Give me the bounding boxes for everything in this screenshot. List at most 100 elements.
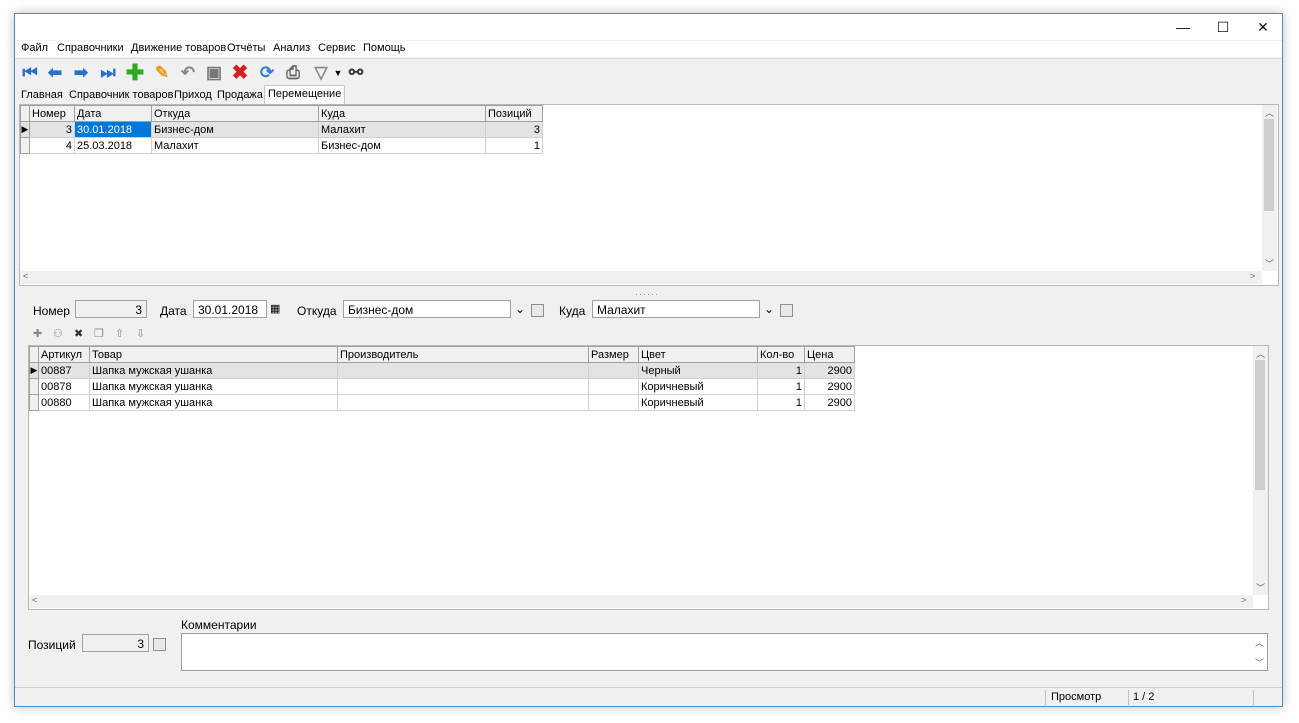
table-row[interactable]: 00880 Шапка мужская ушанка Коричневый 1 …	[29, 394, 855, 411]
horizontal-scrollbar[interactable]: < >	[29, 595, 1253, 608]
maximize-button[interactable]: ☐	[1204, 14, 1242, 40]
cell-price[interactable]: 2900	[804, 362, 855, 379]
cell-date[interactable]: 30.01.2018	[74, 121, 152, 138]
save-icon[interactable]: ▣	[203, 62, 225, 84]
column-header-number[interactable]: Номер	[29, 105, 75, 122]
prev-record-icon[interactable]: ⬅	[44, 62, 66, 84]
first-record-icon[interactable]: ⏮	[19, 62, 41, 84]
cell-product[interactable]: Шапка мужская ушанка	[89, 362, 338, 379]
scroll-up-icon[interactable]: ︿	[1256, 347, 1265, 360]
scroll-left-icon[interactable]: <	[23, 271, 28, 281]
comments-textarea[interactable]: ︿ ﹀	[181, 633, 1268, 671]
cell-sku[interactable]: 00887	[38, 362, 90, 379]
calendar-icon[interactable]: ▦	[270, 302, 280, 315]
tab-product-catalog[interactable]: Справочник товаров	[66, 87, 177, 104]
column-header-price[interactable]: Цена	[804, 346, 855, 363]
last-record-icon[interactable]: ⏭	[97, 62, 119, 84]
panel-splitter[interactable]: ······	[635, 289, 659, 299]
column-header-product[interactable]: Товар	[89, 346, 338, 363]
number-field[interactable]: 3	[75, 300, 147, 318]
cell-price[interactable]: 2900	[804, 394, 855, 411]
print-icon[interactable]: ⎙	[282, 62, 304, 84]
edit-icon[interactable]: ✎	[151, 62, 173, 84]
cell-number[interactable]: 4	[29, 137, 75, 154]
table-row[interactable]: 00878 Шапка мужская ушанка Коричневый 1 …	[29, 378, 855, 395]
move-up-icon[interactable]: ⇧	[115, 327, 124, 340]
tab-main[interactable]: Главная	[18, 87, 66, 104]
table-row[interactable]: ▶ 00887 Шапка мужская ушанка Черный 1 29…	[29, 362, 855, 379]
to-lookup-button[interactable]	[780, 304, 793, 317]
scroll-down-icon[interactable]: ﹀	[1256, 581, 1265, 594]
menu-file[interactable]: Файл	[21, 42, 48, 54]
table-row[interactable]: ▶ 3 30.01.2018 Бизнес-дом Малахит 3	[20, 121, 543, 138]
cell-product[interactable]: Шапка мужская ушанка	[89, 394, 338, 411]
vertical-scrollbar[interactable]: ︿ ﹀	[1262, 105, 1277, 271]
column-header-qty[interactable]: Кол-во	[757, 346, 805, 363]
filter-icon[interactable]: ▽	[310, 62, 332, 84]
cell-color[interactable]: Коричневый	[638, 394, 758, 411]
minimize-button[interactable]: —	[1164, 14, 1202, 40]
scroll-right-icon[interactable]: >	[1250, 271, 1255, 281]
cell-qty[interactable]: 1	[757, 362, 805, 379]
comment-scroll-up-icon[interactable]: ︿	[1255, 636, 1264, 649]
column-header-manufacturer[interactable]: Производитель	[337, 346, 589, 363]
column-header-date[interactable]: Дата	[74, 105, 152, 122]
cell-price[interactable]: 2900	[804, 378, 855, 395]
cell-sku[interactable]: 00880	[38, 394, 90, 411]
from-chevron-down-icon[interactable]: ⌄	[515, 302, 525, 316]
cell-to[interactable]: Бизнес-дом	[318, 137, 486, 154]
scroll-left-icon[interactable]: <	[32, 595, 37, 605]
menu-help[interactable]: Помощь	[363, 42, 406, 54]
horizontal-scrollbar[interactable]: < >	[20, 271, 1262, 284]
menu-service[interactable]: Сервис	[318, 42, 356, 54]
menu-reports[interactable]: Отчёты	[227, 42, 265, 54]
cell-from[interactable]: Малахит	[151, 137, 319, 154]
cell-to[interactable]: Малахит	[318, 121, 486, 138]
move-down-icon[interactable]: ⇩	[136, 327, 145, 340]
cell-manufacturer[interactable]	[337, 378, 589, 395]
cell-positions[interactable]: 3	[485, 121, 543, 138]
refresh-icon[interactable]: ⟳	[256, 62, 278, 84]
tab-transfer[interactable]: Перемещение	[264, 85, 346, 105]
menu-goods-movement[interactable]: Движение товаров	[131, 42, 226, 54]
column-header-to[interactable]: Куда	[318, 105, 486, 122]
menu-analysis[interactable]: Анализ	[273, 42, 310, 54]
cell-product[interactable]: Шапка мужская ушанка	[89, 378, 338, 395]
copy-icon[interactable]: ❐	[94, 327, 104, 340]
scroll-thumb[interactable]	[1255, 360, 1265, 490]
cell-number[interactable]: 3	[29, 121, 75, 138]
cell-date[interactable]: 25.03.2018	[74, 137, 152, 154]
to-chevron-down-icon[interactable]: ⌄	[764, 302, 774, 316]
column-header-sku[interactable]: Артикул	[38, 346, 90, 363]
add-row-icon[interactable]: ✚	[33, 327, 42, 340]
scroll-right-icon[interactable]: >	[1241, 595, 1246, 605]
column-header-size[interactable]: Размер	[588, 346, 639, 363]
scroll-down-icon[interactable]: ﹀	[1265, 257, 1274, 270]
cell-size[interactable]	[588, 378, 639, 395]
delete-icon[interactable]: ✖	[229, 62, 251, 84]
cell-from[interactable]: Бизнес-дом	[151, 121, 319, 138]
from-lookup-button[interactable]	[531, 304, 544, 317]
menu-references[interactable]: Справочники	[57, 42, 124, 54]
delete-row-icon[interactable]: ✖	[74, 327, 83, 340]
cell-qty[interactable]: 1	[757, 378, 805, 395]
column-header-color[interactable]: Цвет	[638, 346, 758, 363]
next-record-icon[interactable]: ➡	[70, 62, 92, 84]
comment-scroll-down-icon[interactable]: ﹀	[1255, 656, 1264, 669]
to-select[interactable]: Малахит	[592, 300, 760, 318]
cell-size[interactable]	[588, 362, 639, 379]
cell-color[interactable]: Коричневый	[638, 378, 758, 395]
search-binoculars-icon[interactable]: ⚯	[345, 62, 367, 84]
add-icon[interactable]: ✚	[124, 62, 146, 84]
tab-incoming[interactable]: Приход	[171, 87, 215, 104]
cell-size[interactable]	[588, 394, 639, 411]
tab-sales[interactable]: Продажа	[214, 87, 266, 104]
positions-button[interactable]	[153, 638, 166, 651]
duplicate-row-icon[interactable]: ⚇	[53, 327, 63, 340]
filter-dropdown-icon[interactable]: ▼	[333, 62, 343, 84]
vertical-scrollbar[interactable]: ︿ ﹀	[1253, 346, 1268, 595]
cell-manufacturer[interactable]	[337, 394, 589, 411]
cell-positions[interactable]: 1	[485, 137, 543, 154]
scroll-up-icon[interactable]: ︿	[1265, 106, 1274, 119]
table-row[interactable]: 4 25.03.2018 Малахит Бизнес-дом 1	[20, 137, 543, 154]
